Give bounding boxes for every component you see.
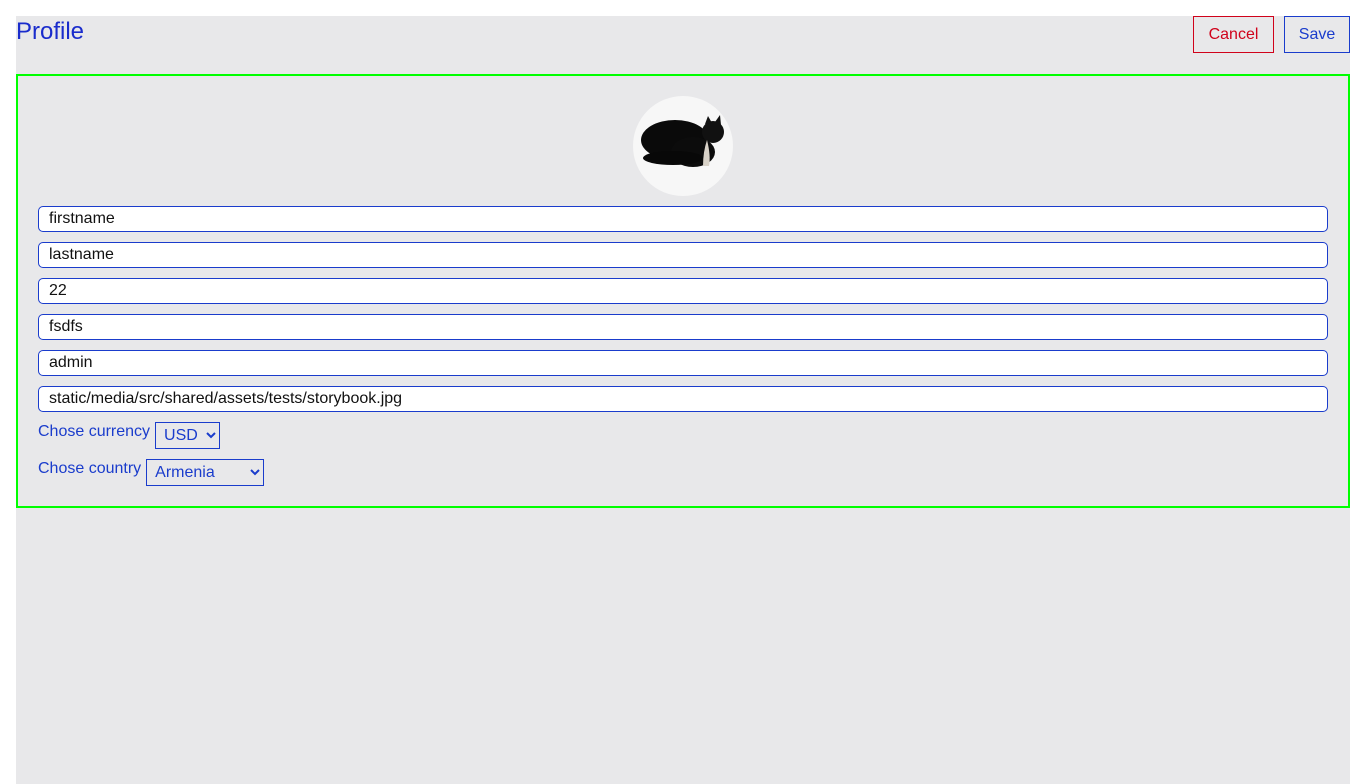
profile-card: Chose currency USD Chose country Armenia <box>16 74 1350 508</box>
save-button[interactable]: Save <box>1284 16 1350 53</box>
age-input[interactable] <box>38 278 1328 304</box>
currency-select[interactable]: USD <box>155 422 221 449</box>
firstname-input[interactable] <box>38 206 1328 232</box>
page-title: Profile <box>16 18 85 45</box>
avatar <box>633 96 733 196</box>
avatar-url-input[interactable] <box>38 386 1328 412</box>
lastname-input[interactable] <box>38 242 1328 268</box>
city-input[interactable] <box>38 314 1328 340</box>
profile-page: Profile Cancel Save Chose currency USD <box>16 16 1350 784</box>
country-label: Chose country <box>38 459 142 477</box>
currency-label: Chose currency <box>38 422 151 440</box>
country-select[interactable]: Armenia <box>146 459 265 486</box>
cat-photo-icon <box>641 115 724 167</box>
currency-row: Chose currency USD <box>38 422 221 449</box>
username-input[interactable] <box>38 350 1328 376</box>
country-row: Chose country Armenia <box>38 459 265 486</box>
cancel-button[interactable]: Cancel <box>1193 16 1274 53</box>
